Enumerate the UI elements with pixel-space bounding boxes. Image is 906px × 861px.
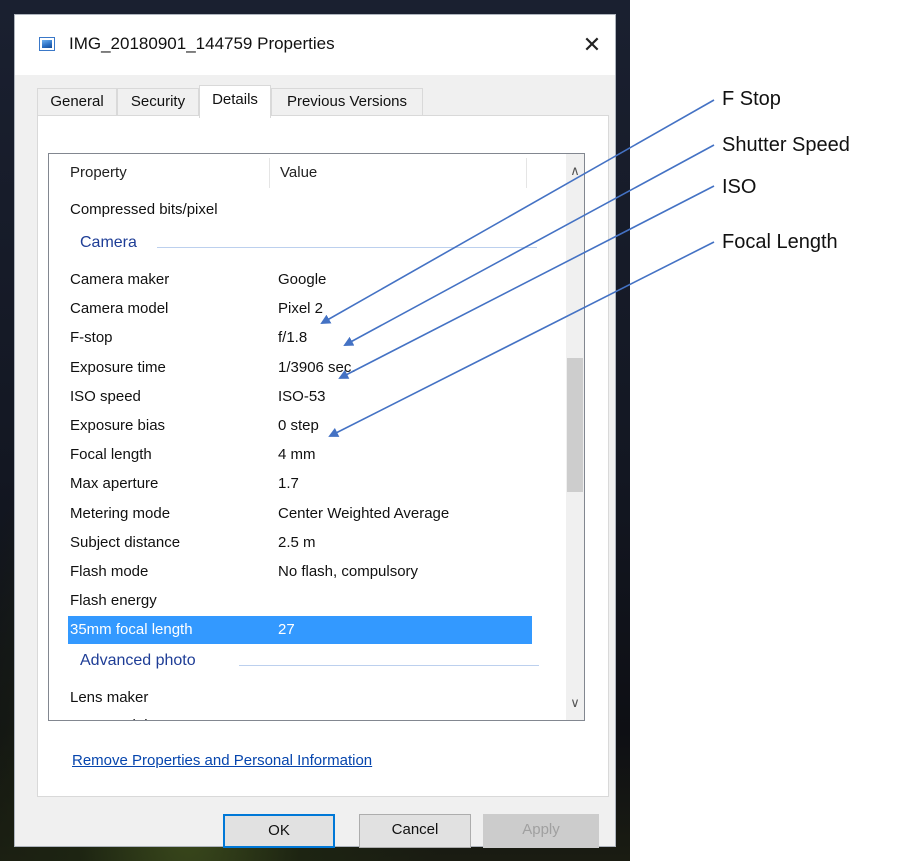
vertical-scrollbar[interactable]: ∧ ∨ [566, 154, 584, 720]
list-item[interactable]: F-stop f/1.8 [49, 324, 519, 352]
property-name: Flash energy [70, 592, 157, 610]
list-item[interactable]: Subject distance 2.5 m [49, 529, 519, 557]
scroll-down-icon[interactable]: ∨ [566, 686, 584, 720]
callout-shutter-speed: Shutter Speed [722, 134, 850, 156]
list-item[interactable]: Camera model Pixel 2 [49, 295, 519, 323]
property-name: Flash mode [70, 563, 149, 580]
list-item[interactable]: Flash energy [49, 587, 519, 615]
ok-button[interactable]: OK [223, 814, 335, 848]
property-value: 2.5 m [278, 533, 316, 551]
scroll-thumb[interactable] [567, 358, 583, 492]
list-item-selected[interactable]: 35mm focal length 27 [68, 616, 532, 644]
close-button[interactable]: ✕ [569, 27, 615, 63]
property-name: Camera model [70, 300, 169, 318]
list-item[interactable]: Lens maker [49, 684, 519, 712]
image-file-icon [39, 37, 55, 51]
tab-general[interactable]: General [37, 88, 117, 116]
group-divider [157, 247, 537, 248]
list-item[interactable]: ISO speed ISO-53 [49, 383, 519, 411]
property-name: ISO speed [70, 387, 141, 405]
property-value: f/1.8 [278, 329, 308, 347]
property-value: 4 mm [278, 446, 316, 464]
apply-button[interactable]: Apply [483, 814, 599, 848]
property-name: F-stop [70, 329, 113, 347]
list-item[interactable]: Compressed bits/pixel [49, 196, 519, 224]
property-name: Lens maker [70, 689, 149, 706]
group-label: Advanced photo [80, 652, 202, 670]
list-item[interactable]: Camera maker Google [49, 266, 519, 294]
callout-f-stop: F Stop [722, 88, 781, 110]
window-title: IMG_20180901_144759 Properties [69, 34, 335, 53]
list-item[interactable]: Exposure bias 0 step [49, 412, 519, 440]
cancel-button[interactable]: Cancel [359, 814, 471, 848]
property-name: Lens model [70, 712, 148, 720]
property-name: Max aperture [70, 475, 159, 493]
property-value: 1/3906 sec. [278, 358, 356, 376]
title-bar[interactable]: IMG_20180901_144759 Properties ✕ [15, 15, 615, 75]
property-value: Pixel 2 [278, 300, 324, 318]
property-value: No flash, compulsory [278, 563, 419, 580]
group-header-advanced-photo[interactable]: Advanced photo [49, 650, 539, 678]
property-name: Compressed bits/pixel [70, 201, 218, 218]
group-label: Camera [80, 234, 143, 252]
properties-dialog: IMG_20180901_144759 Properties ✕ General… [14, 14, 616, 848]
property-value: 0 step [278, 417, 319, 434]
remove-properties-link[interactable]: Remove Properties and Personal Informati… [72, 752, 372, 769]
property-value: 1.7 [278, 475, 299, 493]
group-header-camera[interactable]: Camera [49, 232, 539, 260]
scroll-up-icon[interactable]: ∧ [566, 154, 584, 188]
property-name: 35mm focal length [70, 621, 193, 638]
tab-security[interactable]: Security [117, 88, 199, 116]
property-name: Exposure bias [70, 417, 166, 434]
column-divider[interactable] [269, 158, 270, 188]
property-name: Camera maker [70, 271, 170, 288]
tab-details[interactable]: Details [199, 85, 271, 118]
property-value: Google [278, 271, 327, 288]
callout-iso: ISO [722, 176, 757, 198]
property-value: ISO-53 [278, 387, 326, 405]
column-header-property[interactable]: Property [70, 154, 127, 192]
callout-focal-length: Focal Length [722, 231, 838, 253]
list-item[interactable]: Exposure time 1/3906 sec. [49, 354, 519, 382]
list-item[interactable]: Lens model [49, 712, 519, 720]
list-item[interactable]: Flash mode No flash, compulsory [49, 558, 519, 586]
property-name: Focal length [70, 446, 152, 464]
property-name: Subject distance [70, 533, 181, 551]
property-name: Metering mode [70, 504, 171, 522]
list-item[interactable]: Focal length 4 mm [49, 441, 519, 469]
property-value: Center Weighted Average [278, 504, 450, 522]
list-item[interactable]: Metering mode Center Weighted Average [49, 500, 519, 528]
column-header-value[interactable]: Value [280, 154, 317, 192]
property-list[interactable]: Property Value Compressed bits/pixel Cam… [48, 153, 585, 721]
list-item[interactable]: Max aperture 1.7 [49, 470, 519, 498]
group-divider [239, 665, 539, 666]
tab-previous-versions[interactable]: Previous Versions [271, 88, 423, 116]
column-divider[interactable] [526, 158, 527, 188]
property-name: Exposure time [70, 358, 166, 376]
property-value: 27 [278, 621, 295, 638]
